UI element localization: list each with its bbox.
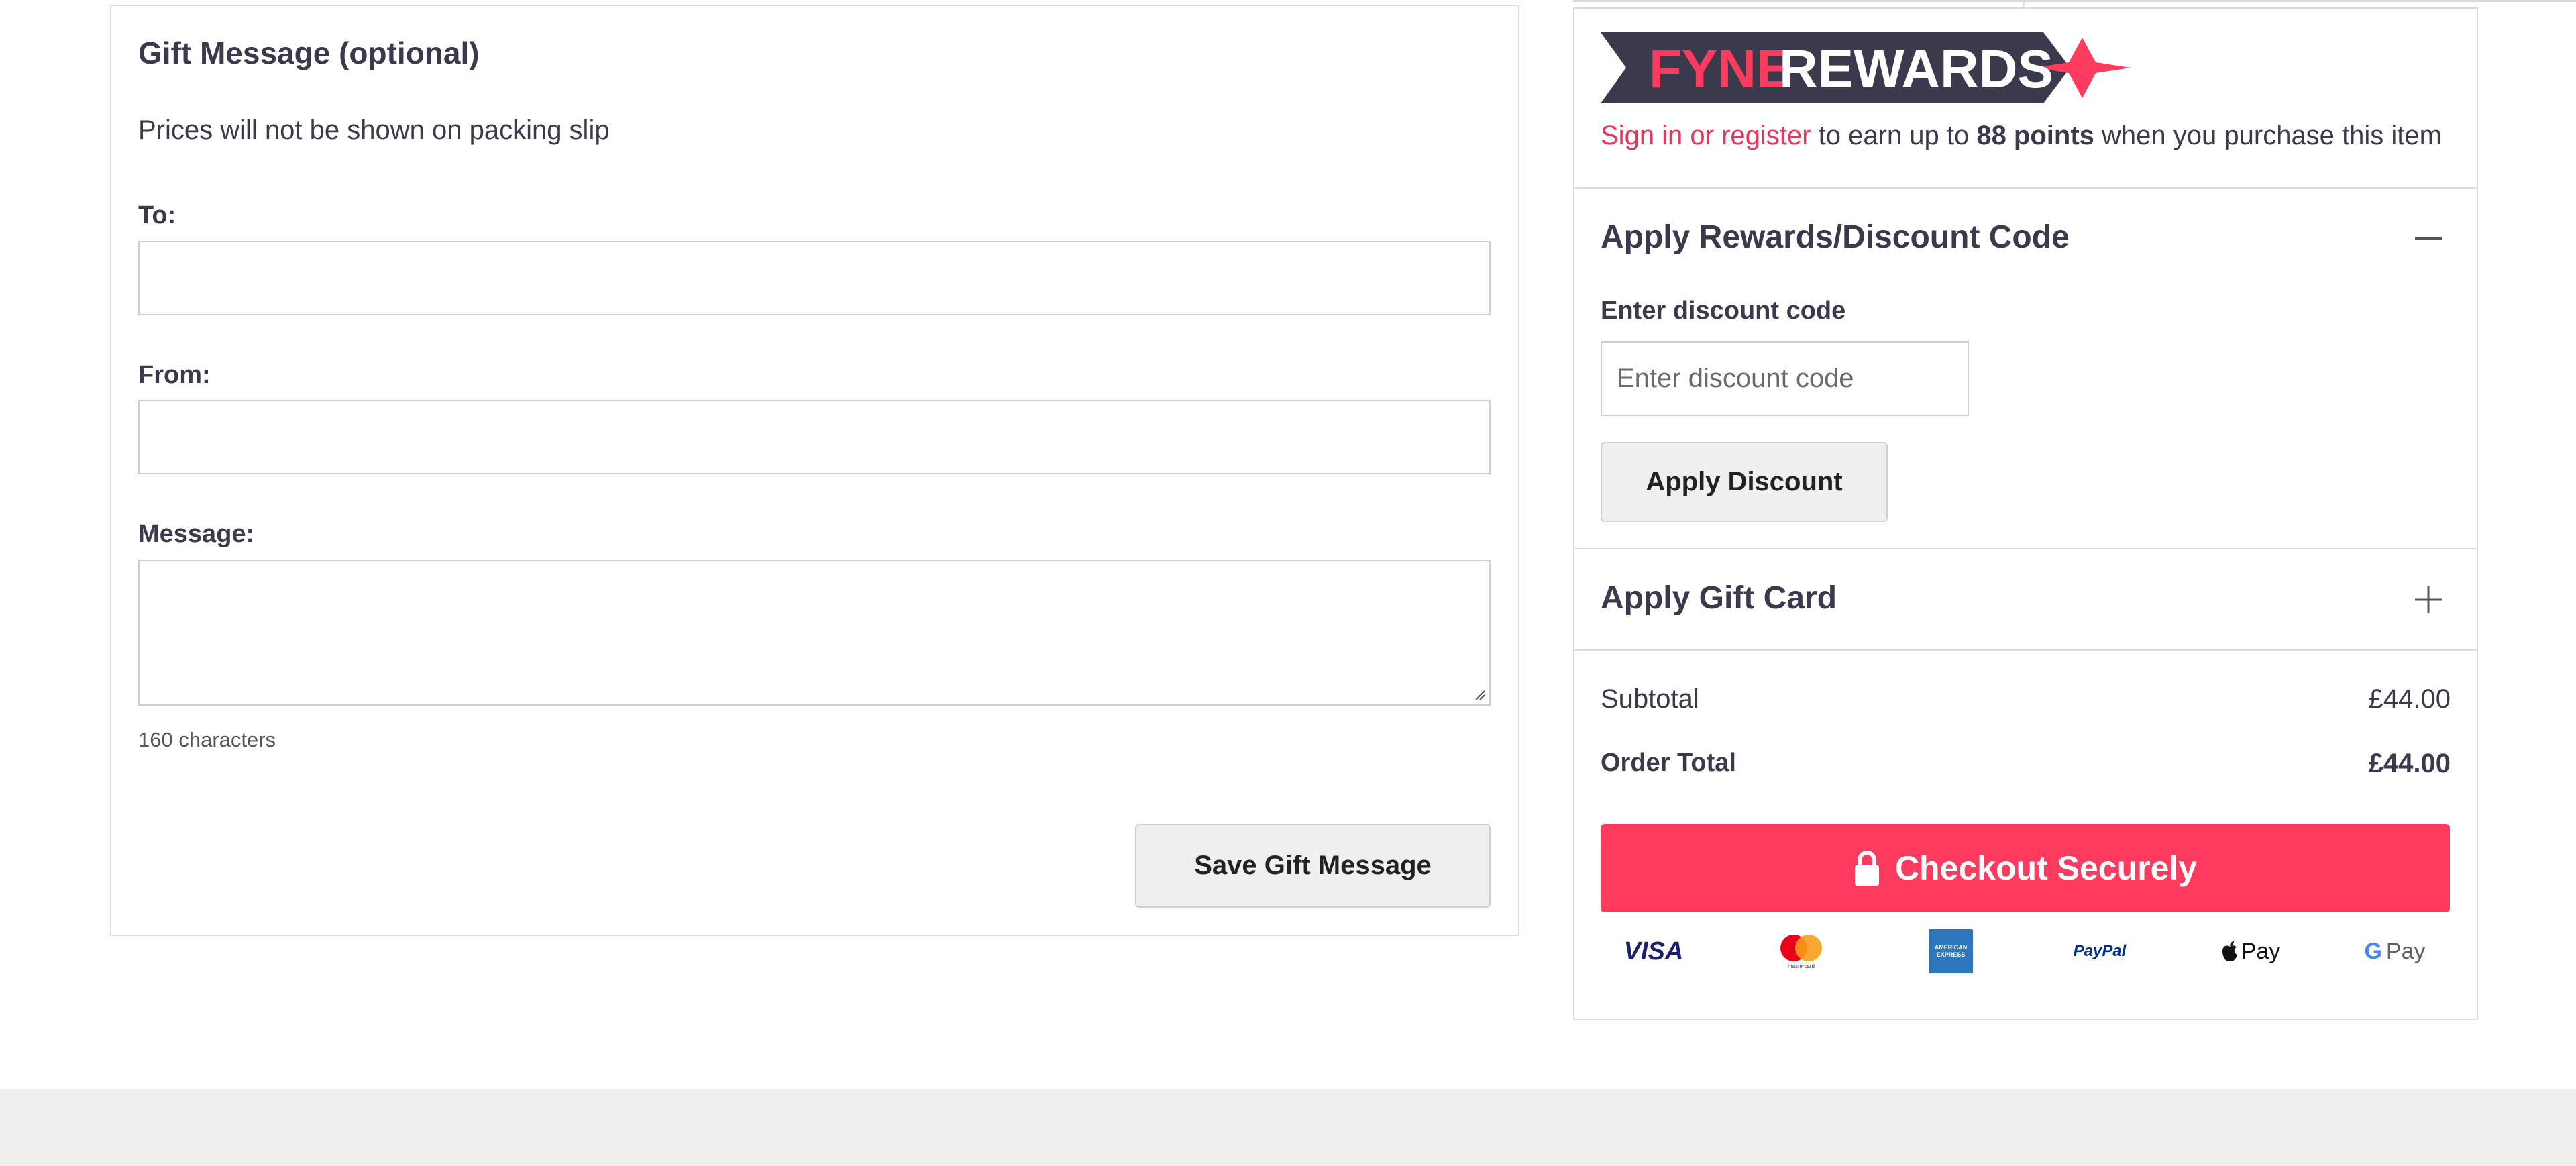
apply-discount-button[interactable]: Apply Discount — [1601, 442, 1888, 522]
top-divider-tick — [2023, 0, 2025, 7]
to-label: To: — [138, 201, 176, 229]
from-label: From: — [138, 361, 211, 389]
google-pay-logo: G Pay — [2361, 931, 2428, 971]
visa-text: VISA — [1623, 937, 1684, 965]
top-divider — [1573, 0, 2576, 2]
from-field[interactable] — [138, 400, 1491, 474]
rewards-text-part2: when you purchase this item — [2094, 121, 2442, 150]
paypal-text: PayPal — [2073, 942, 2127, 960]
message-label: Message: — [138, 520, 255, 548]
resize-handle-icon[interactable] — [1473, 688, 1485, 700]
order-total-value: £44.00 — [2368, 749, 2451, 778]
discount-accordion-title[interactable]: Apply Rewards/Discount Code — [1601, 219, 2070, 256]
order-total-label: Order Total — [1601, 749, 1736, 777]
google-g-icon: G — [2364, 938, 2382, 964]
subtotal-value: £44.00 — [2368, 684, 2451, 714]
amex-caption: AMERICAN EXPRESS — [1934, 944, 1968, 958]
packing-slip-note: Prices will not be shown on packing slip — [138, 115, 610, 145]
plus-icon[interactable] — [2415, 586, 2442, 613]
subtotal-label: Subtotal — [1601, 684, 1699, 714]
to-field[interactable] — [138, 241, 1491, 315]
rewards-text-part1: to earn up to — [1811, 121, 1977, 150]
fyne-rewards-logo: FYNE REWARDS — [1601, 32, 2131, 103]
section-divider — [1573, 548, 2478, 549]
mastercard-circles-icon — [1780, 934, 1822, 961]
discount-code-input[interactable] — [1601, 341, 1969, 416]
visa-logo: VISA — [1617, 931, 1690, 971]
minus-icon[interactable] — [2415, 237, 2442, 240]
message-textarea[interactable] — [138, 560, 1491, 706]
rewards-points: 88 points — [1976, 121, 2094, 150]
gift-card-accordion-title[interactable]: Apply Gift Card — [1601, 580, 1837, 617]
apple-pay-logo: Pay — [2214, 931, 2288, 971]
page-footer — [0, 1089, 2576, 1166]
section-divider — [1573, 187, 2478, 189]
apple-pay-text: Pay — [2241, 938, 2281, 964]
logo-fyne-text: FYNE — [1649, 39, 1792, 99]
lock-icon — [1854, 851, 1879, 886]
rewards-message: Sign in or register to earn up to 88 poi… — [1601, 121, 2442, 151]
sign-in-register-link[interactable]: Sign in or register — [1601, 121, 1811, 150]
discount-code-label: Enter discount code — [1601, 297, 1846, 325]
checkout-label: Checkout Securely — [1894, 849, 2198, 887]
checkout-securely-button[interactable]: Checkout Securely — [1601, 824, 2450, 912]
mastercard-logo: mastercard — [1773, 931, 1829, 971]
section-divider — [1573, 649, 2478, 651]
amex-logo: AMERICAN EXPRESS — [1929, 929, 1973, 973]
apple-icon — [2222, 941, 2237, 961]
paypal-logo: PayPal — [2059, 931, 2140, 971]
character-count: 160 characters — [138, 728, 276, 751]
mastercard-caption: mastercard — [1787, 963, 1815, 969]
save-gift-message-button[interactable]: Save Gift Message — [1135, 824, 1491, 908]
gift-message-title: Gift Message (optional) — [138, 36, 480, 70]
logo-rewards-text: REWARDS — [1779, 39, 2053, 99]
google-pay-text: Pay — [2385, 938, 2426, 964]
